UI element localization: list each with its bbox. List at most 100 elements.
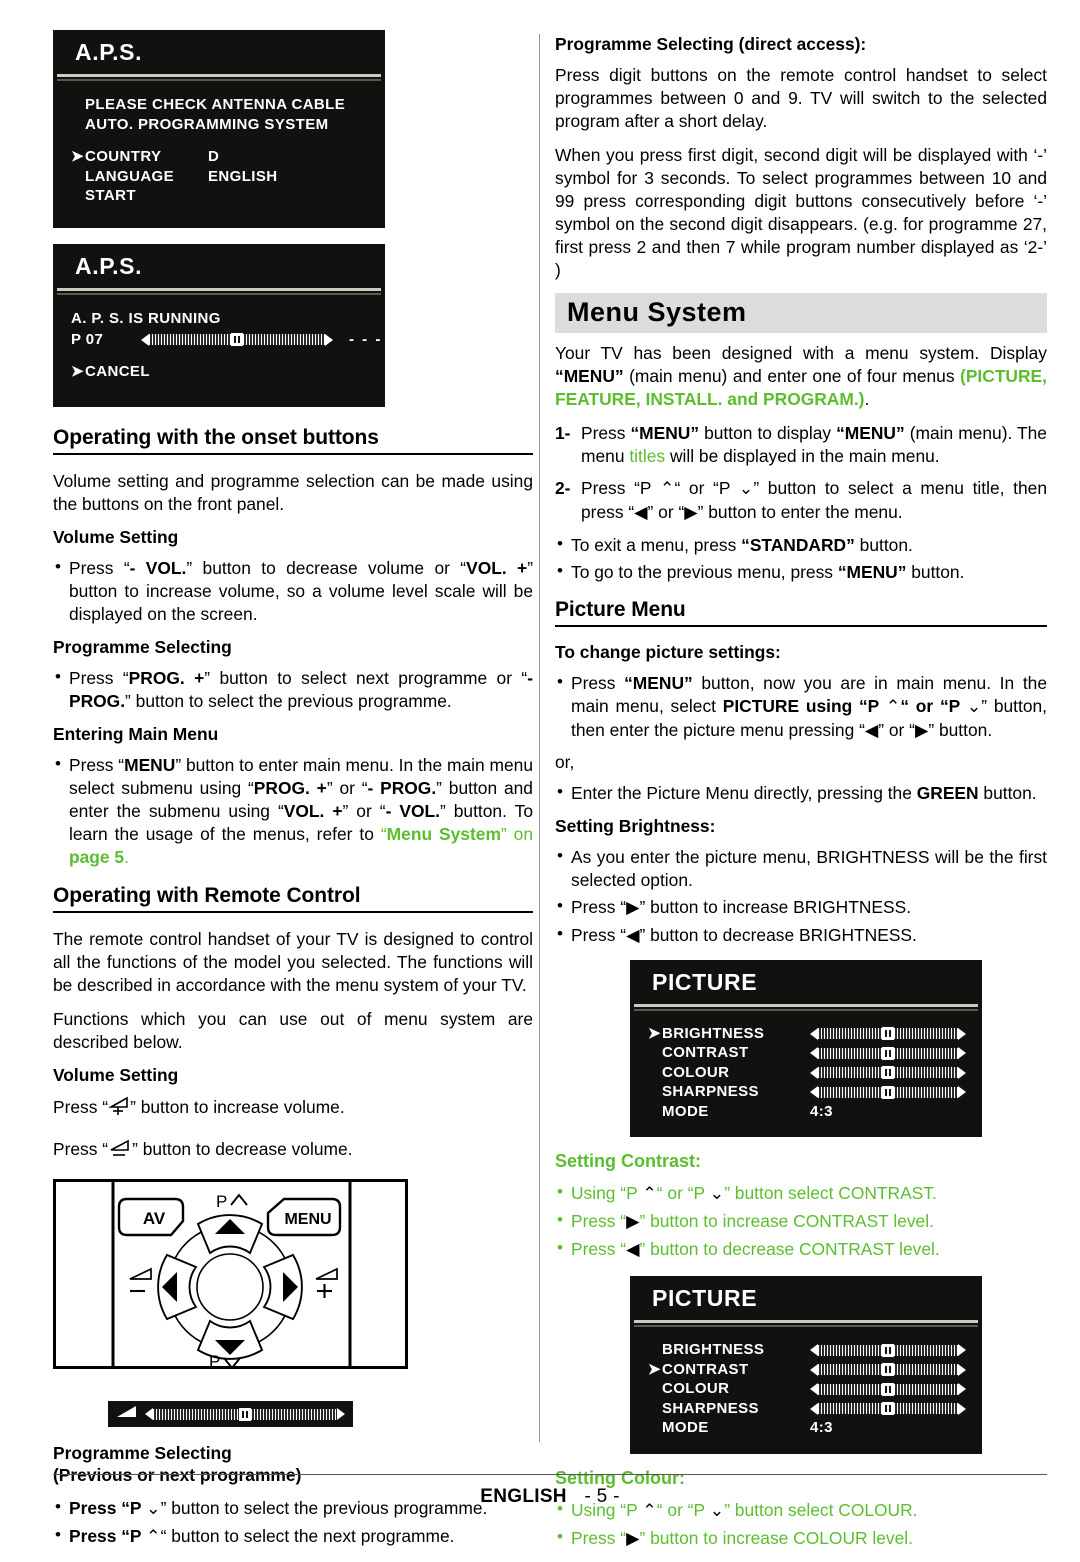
text-fragment: . bbox=[864, 388, 870, 409]
osd-row-country[interactable]: ➤COUNTRY D bbox=[71, 147, 385, 167]
volume-up-icon bbox=[108, 1095, 130, 1123]
text-fragment: Press bbox=[581, 422, 631, 443]
osd-row-label: START bbox=[85, 187, 136, 204]
text-fragment: ” button to increase COLOUR level. bbox=[639, 1527, 913, 1548]
remote-control-svg: AV MENU P P bbox=[53, 1179, 408, 1371]
text-fragment: ” button to enter the menu. bbox=[697, 501, 903, 522]
arrow-right-icon: ▶ bbox=[626, 1212, 640, 1233]
text-fragment: ” button to increase BRIGHTNESS. bbox=[639, 896, 912, 917]
onset-intro-paragraph: Volume setting and programme selection c… bbox=[53, 471, 533, 514]
bullet-programme-selecting: Press “PROG. +” button to select next pr… bbox=[53, 666, 533, 713]
osd-row-label: CONTRAST bbox=[662, 1044, 749, 1062]
bullet-brightness-first: As you enter the picture menu, BRIGHTNES… bbox=[555, 845, 1047, 892]
subheading-setting-contrast: Setting Contrast: bbox=[555, 1151, 701, 1172]
osd-row-colour[interactable]: COLOUR bbox=[648, 1379, 982, 1399]
chevron-up-icon: ⌃ bbox=[659, 478, 675, 499]
osd-row-colour[interactable]: COLOUR bbox=[648, 1063, 982, 1083]
heading-picture-menu: Picture Menu bbox=[555, 598, 1047, 627]
osd-row-cancel[interactable]: ➤CANCEL bbox=[71, 362, 385, 382]
manual-page: A.P.S. PLEASE CHECK ANTENNA CABLE AUTO. … bbox=[0, 0, 1080, 1549]
osd-row-contrast[interactable]: ➤CONTRAST bbox=[648, 1360, 982, 1380]
remote-paragraph-2: Functions which you can use out of menu … bbox=[53, 1009, 533, 1053]
osd-row-label: COLOUR bbox=[662, 1063, 730, 1081]
slider-colour[interactable] bbox=[810, 1066, 966, 1080]
osd-progress-row: P 07 - - - bbox=[71, 330, 385, 350]
text-fragment: “STANDARD” bbox=[741, 534, 855, 555]
slider-contrast[interactable] bbox=[810, 1363, 966, 1377]
remote-control-diagram: AV MENU P P bbox=[53, 1179, 533, 1396]
text-fragment: button. bbox=[854, 534, 913, 555]
osd-row-label: SHARPNESS bbox=[662, 1083, 759, 1101]
bullet-next-programme: Press “P ⌃“ button to select the next pr… bbox=[53, 1524, 533, 1549]
text-fragment: “MENU” bbox=[837, 561, 907, 582]
osd-separator bbox=[57, 74, 381, 77]
volume-up-line: Press “ ” button to increase volume. bbox=[53, 1095, 533, 1123]
osd-aps-running: A.P.S. A. P. S. IS RUNNING P 07 - - - ➤C… bbox=[53, 243, 385, 408]
osd-row-contrast[interactable]: CONTRAST bbox=[648, 1043, 982, 1063]
osd-row-sharpness[interactable]: SHARPNESS bbox=[648, 1082, 982, 1102]
text-fragment: ” button select CONTRAST. bbox=[724, 1183, 937, 1204]
arrow-right-icon: ▶ bbox=[684, 502, 698, 523]
chevron-down-icon: ⌄ bbox=[966, 696, 982, 717]
link-page-5[interactable]: page 5 bbox=[69, 847, 124, 867]
left-column: A.P.S. PLEASE CHECK ANTENNA CABLE AUTO. … bbox=[53, 30, 533, 1560]
text-fragment: To go to the previous menu, press bbox=[571, 561, 838, 582]
text-fragment: Press “ bbox=[571, 1211, 627, 1232]
slider-contrast[interactable] bbox=[810, 1046, 966, 1060]
numbered-step-2: 2- Press “P ⌃“ or “P ⌄” button to select … bbox=[555, 477, 1047, 525]
osd-body: A. P. S. IS RUNNING P 07 - - - ➤CANCEL bbox=[53, 295, 385, 408]
osd-separator bbox=[634, 1320, 978, 1324]
aps-progress-slider bbox=[141, 333, 333, 347]
osd-picture-2-wrap: PICTURE BRIGHTNESS ➤CONTRAST COLOUR SHAR… bbox=[555, 1276, 1047, 1454]
banner-title: Menu System bbox=[567, 296, 747, 327]
osd-title: A.P.S. bbox=[75, 252, 143, 279]
remote-menu-label: MENU bbox=[284, 1211, 331, 1228]
chevron-down-icon: ⌄ bbox=[709, 1184, 725, 1205]
direct-access-paragraph-1: Press digit buttons on the remote contro… bbox=[555, 65, 1047, 132]
osd-title: A.P.S. bbox=[75, 39, 143, 65]
slider-colour[interactable] bbox=[810, 1382, 966, 1396]
osd-row-start[interactable]: START bbox=[71, 186, 385, 206]
chevron-down-icon: ⌄ bbox=[738, 478, 754, 499]
or-text: or, bbox=[555, 751, 575, 772]
remote-paragraph-1: The remote control handset of your TV is… bbox=[53, 929, 533, 996]
osd-body: PLEASE CHECK ANTENNA CABLE AUTO. PROGRAM… bbox=[53, 81, 385, 228]
green-button-label: GREEN bbox=[916, 782, 979, 803]
osd-dashes: - - - bbox=[349, 331, 383, 348]
bullet-brightness-increase: Press “▶” button to increase BRIGHTNESS. bbox=[555, 895, 1047, 920]
slider-sharpness[interactable] bbox=[810, 1085, 966, 1099]
osd-row-value: ENGLISH bbox=[208, 167, 278, 185]
osd-title: PICTURE bbox=[652, 968, 758, 995]
cursor-icon: ➤ bbox=[648, 1360, 661, 1378]
osd-row-mode[interactable]: MODE 4:3 bbox=[648, 1102, 982, 1122]
subheading-volume-setting: Volume Setting bbox=[53, 526, 179, 547]
bullet-previous-menu: To go to the previous menu, press “MENU”… bbox=[555, 560, 1047, 584]
right-column: Programme Selecting (direct access): Pre… bbox=[555, 34, 1047, 1562]
osd-row-brightness[interactable]: BRIGHTNESS bbox=[648, 1340, 982, 1360]
osd-row-language[interactable]: LANGUAGE ENGLISH bbox=[71, 167, 385, 187]
osd-row-label: MODE bbox=[662, 1102, 709, 1120]
link-menu-system[interactable]: Menu System bbox=[387, 824, 501, 844]
slider-brightness[interactable] bbox=[810, 1027, 966, 1041]
slider-sharpness[interactable] bbox=[810, 1402, 966, 1416]
osd-row-label: COLOUR bbox=[662, 1380, 730, 1398]
arrow-left-icon: ◀ bbox=[634, 502, 648, 523]
osd-separator bbox=[634, 1003, 978, 1007]
remote-p-down-label: P bbox=[209, 1352, 220, 1371]
bullet-entering-main-menu: Press “MENU” button to enter main menu. … bbox=[53, 753, 533, 869]
menu-system-intro: Your TV has been designed with a menu sy… bbox=[555, 342, 1047, 411]
osd-row-mode[interactable]: MODE 4:3 bbox=[648, 1418, 982, 1438]
text-fragment: Your TV has been designed with a menu sy… bbox=[555, 342, 1047, 363]
subheading-programme-selecting: Programme Selecting bbox=[53, 637, 232, 658]
text-fragment: button. bbox=[978, 782, 1037, 803]
text-fragment: ” button to decrease CONTRAST level. bbox=[639, 1239, 940, 1260]
osd-row-label: MODE bbox=[662, 1419, 709, 1437]
text-fragment: ” button. bbox=[928, 719, 993, 740]
text-fragment: ” or “ bbox=[878, 719, 915, 740]
osd-row-sharpness[interactable]: SHARPNESS bbox=[648, 1399, 982, 1419]
osd-row-brightness[interactable]: ➤BRIGHTNESS bbox=[648, 1024, 982, 1044]
slider-brightness[interactable] bbox=[810, 1343, 966, 1357]
subheading-direct-access: Programme Selecting (direct access): bbox=[555, 34, 867, 54]
speaker-icon bbox=[116, 1405, 138, 1423]
subheading-setting-brightness: Setting Brightness: bbox=[555, 815, 716, 836]
